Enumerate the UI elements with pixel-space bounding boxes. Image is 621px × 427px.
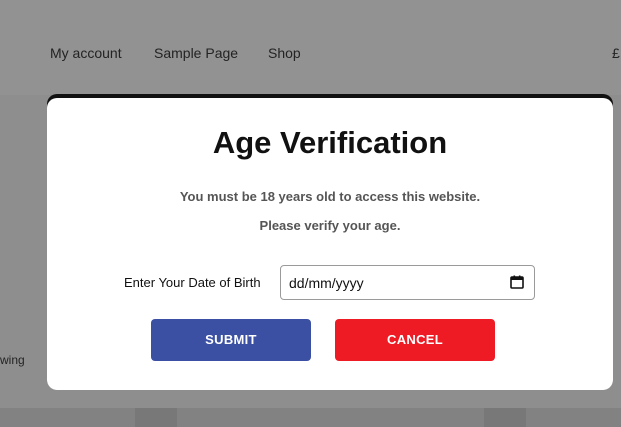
cancel-button[interactable]: CANCEL (335, 319, 495, 361)
calendar-icon[interactable] (510, 275, 524, 289)
dob-input[interactable]: dd/mm/yyyy (280, 265, 535, 300)
age-requirement-message: You must be 18 years old to access this … (179, 189, 481, 204)
dob-input-value: dd/mm/yyyy (289, 275, 364, 291)
submit-button[interactable]: SUBMIT (151, 319, 311, 361)
verify-age-message: Please verify your age. (259, 218, 401, 233)
dob-label: Enter Your Date of Birth (124, 275, 261, 290)
modal-title: Age Verification (212, 125, 448, 160)
